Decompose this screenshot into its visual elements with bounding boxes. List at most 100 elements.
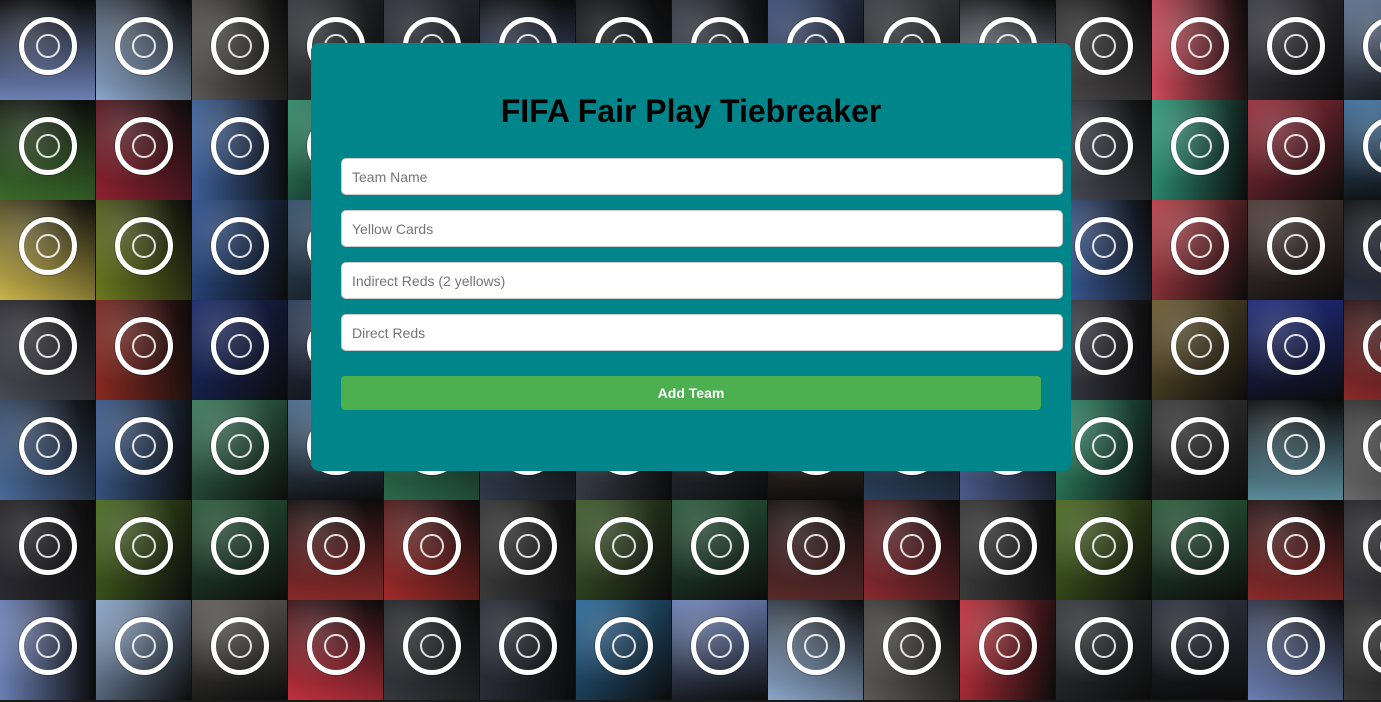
background-tile	[768, 500, 864, 600]
club-crest-icon	[1283, 534, 1308, 558]
club-crest-icon	[1091, 234, 1116, 258]
club-crest-icon	[1091, 434, 1116, 458]
background-tile	[1248, 400, 1344, 500]
background-tile	[0, 100, 96, 200]
club-crest-icon	[131, 34, 156, 58]
club-crest-icon	[1187, 434, 1212, 458]
indirect-reds-input[interactable]	[341, 262, 1063, 299]
background-tile	[0, 600, 96, 700]
background-tile	[1344, 200, 1381, 300]
background-tile	[576, 600, 672, 700]
background-tile	[1152, 300, 1248, 400]
background-tile	[96, 400, 192, 500]
background-tile	[96, 500, 192, 600]
background-tile	[288, 500, 384, 600]
background-tile	[96, 0, 192, 100]
club-crest-icon	[131, 434, 156, 458]
club-crest-icon	[35, 534, 60, 558]
fair-play-panel: FIFA Fair Play Tiebreaker Add Team	[311, 43, 1071, 471]
club-crest-icon	[1187, 234, 1212, 258]
club-crest-icon	[611, 634, 636, 658]
background-tile	[1344, 400, 1381, 500]
club-crest-icon	[803, 534, 828, 558]
background-tile	[480, 600, 576, 700]
background-tile	[96, 200, 192, 300]
background-tile	[1152, 0, 1248, 100]
background-tile	[192, 200, 288, 300]
club-crest-icon	[1187, 34, 1212, 58]
yellow-cards-input[interactable]	[341, 210, 1063, 247]
background-tile	[672, 500, 768, 600]
team-name-input[interactable]	[341, 158, 1063, 195]
background-tile	[1344, 300, 1381, 400]
club-crest-icon	[323, 534, 348, 558]
page-title: FIFA Fair Play Tiebreaker	[500, 93, 882, 129]
club-crest-icon	[1091, 134, 1116, 158]
background-tile	[864, 600, 960, 700]
club-crest-icon	[899, 534, 924, 558]
background-tile	[1152, 100, 1248, 200]
club-crest-icon	[131, 534, 156, 558]
background-tile	[864, 500, 960, 600]
club-crest-icon	[131, 234, 156, 258]
club-crest-icon	[707, 534, 732, 558]
club-crest-icon	[227, 234, 252, 258]
background-tile	[192, 300, 288, 400]
background-tile	[0, 200, 96, 300]
background-tile	[192, 0, 288, 100]
background-tile	[192, 600, 288, 700]
club-crest-icon	[227, 134, 252, 158]
club-crest-icon	[1187, 334, 1212, 358]
club-crest-icon	[35, 134, 60, 158]
club-crest-icon	[995, 634, 1020, 658]
club-crest-icon	[1091, 34, 1116, 58]
club-crest-icon	[35, 234, 60, 258]
club-crest-icon	[227, 534, 252, 558]
club-crest-icon	[1187, 634, 1212, 658]
club-crest-icon	[227, 34, 252, 58]
direct-reds-input[interactable]	[341, 314, 1063, 351]
club-crest-icon	[1283, 134, 1308, 158]
background-tile	[1152, 400, 1248, 500]
background-tile	[384, 600, 480, 700]
background-tile	[1152, 500, 1248, 600]
club-crest-icon	[35, 334, 60, 358]
background-tile	[0, 500, 96, 600]
app-root: FIFA Fair Play Tiebreaker Add Team	[0, 0, 1381, 702]
background-tile	[480, 500, 576, 600]
background-tile	[96, 100, 192, 200]
club-crest-icon	[515, 534, 540, 558]
background-tile	[1248, 600, 1344, 700]
background-tile	[192, 500, 288, 600]
background-tile	[96, 600, 192, 700]
background-tile	[1344, 0, 1381, 100]
club-crest-icon	[1091, 334, 1116, 358]
background-tile	[1248, 200, 1344, 300]
background-tile	[1344, 100, 1381, 200]
club-crest-icon	[1283, 434, 1308, 458]
club-crest-icon	[899, 634, 924, 658]
background-tile	[1248, 500, 1344, 600]
background-tile	[768, 600, 864, 700]
club-crest-icon	[227, 434, 252, 458]
background-tile	[96, 300, 192, 400]
club-crest-icon	[419, 534, 444, 558]
background-tile	[1152, 600, 1248, 700]
background-tile	[960, 600, 1056, 700]
background-tile	[1344, 500, 1381, 600]
background-tile	[1248, 100, 1344, 200]
background-tile	[672, 600, 768, 700]
club-crest-icon	[419, 634, 444, 658]
club-crest-icon	[1187, 134, 1212, 158]
club-crest-icon	[1283, 634, 1308, 658]
club-crest-icon	[131, 134, 156, 158]
background-tile	[576, 500, 672, 600]
club-crest-icon	[35, 634, 60, 658]
club-crest-icon	[1091, 634, 1116, 658]
club-crest-icon	[131, 634, 156, 658]
club-crest-icon	[995, 534, 1020, 558]
background-tile	[1056, 600, 1152, 700]
add-team-button[interactable]: Add Team	[341, 376, 1041, 410]
background-tile	[0, 400, 96, 500]
club-crest-icon	[803, 634, 828, 658]
